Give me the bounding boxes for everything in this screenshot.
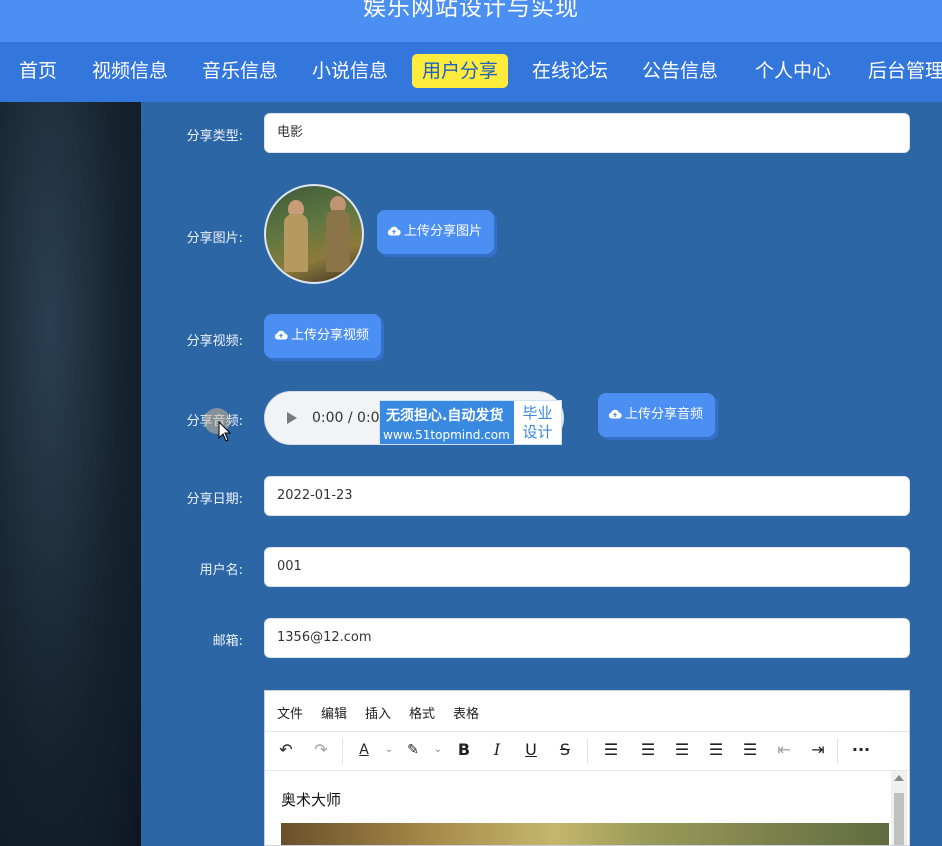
main-nav: 首页 视频信息 音乐信息 小说信息 用户分享 在线论坛 公告信息 个人中心 后台… bbox=[0, 42, 942, 102]
email-field[interactable]: 1356@12.com bbox=[264, 618, 910, 658]
editor-menubar: 文件 编辑 插入 格式 表格 bbox=[265, 691, 909, 731]
outdent-icon[interactable]: ⇤ bbox=[773, 738, 795, 762]
editor-toolbar: ↶ ↷ A ⌄ ✎ ⌄ B I U S ☰ ☰ ☰ ☰ ☰ ⇤ ⇥ ··· bbox=[265, 731, 909, 771]
play-icon[interactable] bbox=[287, 412, 297, 424]
scroll-thumb[interactable] bbox=[894, 793, 904, 845]
background-image bbox=[0, 102, 141, 846]
align-right-icon[interactable]: ☰ bbox=[705, 738, 727, 762]
email-label: 邮箱: bbox=[212, 634, 243, 649]
share-video-label: 分享视频: bbox=[186, 334, 243, 349]
redo-icon[interactable]: ↷ bbox=[310, 738, 332, 762]
cloud-upload-icon bbox=[274, 330, 288, 340]
watermark-badge: 毕业 设计 bbox=[514, 401, 561, 444]
nav-personal-center[interactable]: 个人中心 bbox=[745, 54, 841, 88]
cloud-upload-icon bbox=[387, 226, 401, 236]
watermark-banner: 无须担心.自动发货 www.51topmind.com 毕业 设计 bbox=[379, 400, 562, 445]
indent-icon[interactable]: ⇥ bbox=[807, 738, 829, 762]
nav-music-info[interactable]: 音乐信息 bbox=[192, 54, 288, 88]
highlight-color-icon[interactable]: ✎ bbox=[402, 738, 424, 762]
align-center-icon[interactable]: ☰ bbox=[671, 738, 693, 762]
site-header: 娱乐网站设计与实现 bbox=[0, 0, 942, 42]
upload-video-button[interactable]: 上传分享视频 bbox=[264, 314, 382, 358]
text-color-icon[interactable]: A bbox=[353, 738, 375, 762]
chevron-down-icon[interactable]: ⌄ bbox=[378, 738, 400, 762]
cloud-upload-icon bbox=[608, 409, 622, 419]
upload-image-label: 上传分享图片 bbox=[404, 224, 483, 239]
menu-format[interactable]: 格式 bbox=[409, 703, 435, 722]
share-type-label: 分享类型: bbox=[186, 129, 243, 144]
share-image-preview bbox=[264, 184, 364, 284]
watermark-badge-line1: 毕业 bbox=[522, 404, 553, 422]
undo-icon[interactable]: ↶ bbox=[275, 738, 297, 762]
upload-audio-label: 上传分享音频 bbox=[625, 407, 704, 422]
scroll-up-icon[interactable] bbox=[894, 775, 904, 781]
editor-scrollbar[interactable] bbox=[891, 771, 907, 845]
upload-audio-button[interactable]: 上传分享音频 bbox=[598, 393, 716, 437]
share-date-field[interactable]: 2022-01-23 bbox=[264, 476, 910, 516]
align-justify-icon[interactable]: ☰ bbox=[739, 738, 761, 762]
audio-time: 0:00 / 0:00 bbox=[312, 410, 389, 426]
upload-image-button[interactable]: 上传分享图片 bbox=[377, 210, 495, 254]
site-title: 娱乐网站设计与实现 bbox=[363, 0, 579, 21]
line-height-icon[interactable]: ☰ bbox=[600, 738, 622, 762]
rich-text-editor: 文件 编辑 插入 格式 表格 ↶ ↷ A ⌄ ✎ ⌄ B I U S ☰ ☰ ☰… bbox=[264, 690, 910, 846]
username-field[interactable]: 001 bbox=[264, 547, 910, 587]
strikethrough-icon[interactable]: S bbox=[554, 738, 576, 762]
share-image-label: 分享图片: bbox=[186, 231, 243, 246]
username-label: 用户名: bbox=[199, 563, 243, 578]
editor-content-text[interactable]: 奥术大师 bbox=[281, 789, 341, 810]
mouse-cursor-icon bbox=[218, 421, 232, 442]
italic-icon[interactable]: I bbox=[486, 738, 508, 762]
nav-admin[interactable]: 后台管理 bbox=[858, 54, 942, 88]
share-date-label: 分享日期: bbox=[186, 492, 243, 507]
bold-icon[interactable]: B bbox=[453, 738, 475, 762]
watermark-url: www.51topmind.com bbox=[383, 428, 510, 442]
nav-user-share[interactable]: 用户分享 bbox=[412, 54, 509, 88]
menu-insert[interactable]: 插入 bbox=[365, 703, 391, 722]
nav-announcements[interactable]: 公告信息 bbox=[632, 54, 728, 88]
more-icon[interactable]: ··· bbox=[850, 738, 872, 762]
underline-icon[interactable]: U bbox=[520, 738, 542, 762]
chevron-down-icon[interactable]: ⌄ bbox=[427, 738, 449, 762]
align-left-icon[interactable]: ☰ bbox=[637, 738, 659, 762]
nav-novel-info[interactable]: 小说信息 bbox=[302, 54, 398, 88]
nav-home[interactable]: 首页 bbox=[9, 54, 67, 88]
watermark-badge-line2: 设计 bbox=[522, 423, 553, 441]
menu-file[interactable]: 文件 bbox=[277, 703, 303, 722]
upload-video-label: 上传分享视频 bbox=[291, 328, 370, 343]
editor-embedded-image bbox=[281, 823, 889, 845]
menu-edit[interactable]: 编辑 bbox=[321, 703, 347, 722]
nav-video-info[interactable]: 视频信息 bbox=[82, 54, 178, 88]
menu-table[interactable]: 表格 bbox=[453, 703, 479, 722]
watermark-line1: 无须担心.自动发货 bbox=[386, 408, 504, 424]
nav-forum[interactable]: 在线论坛 bbox=[522, 54, 618, 88]
share-type-field[interactable]: 电影 bbox=[264, 113, 910, 153]
